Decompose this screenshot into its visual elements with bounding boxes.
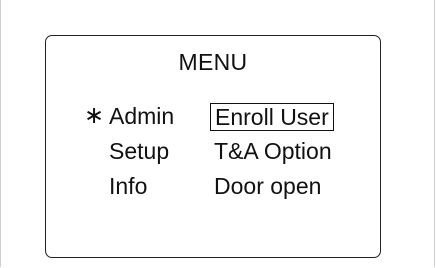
menu-item-admin[interactable]: Admin [109,101,174,131]
asterisk-selector-icon: ∗ [84,102,105,129]
menu-item-setup[interactable]: Setup [109,136,169,166]
submenu-item-ta-option[interactable]: T&A Option [214,136,332,166]
submenu-item-enroll-user[interactable]: Enroll User [210,103,334,131]
menu-title: MENU [178,49,248,75]
window-frame: MENU ∗ Admin Setup Info Enroll User T&A … [0,0,435,267]
menu-screen: MENU ∗ Admin Setup Info Enroll User T&A … [45,35,381,258]
menu-item-info[interactable]: Info [109,171,147,201]
submenu-item-door-open[interactable]: Door open [214,171,321,201]
